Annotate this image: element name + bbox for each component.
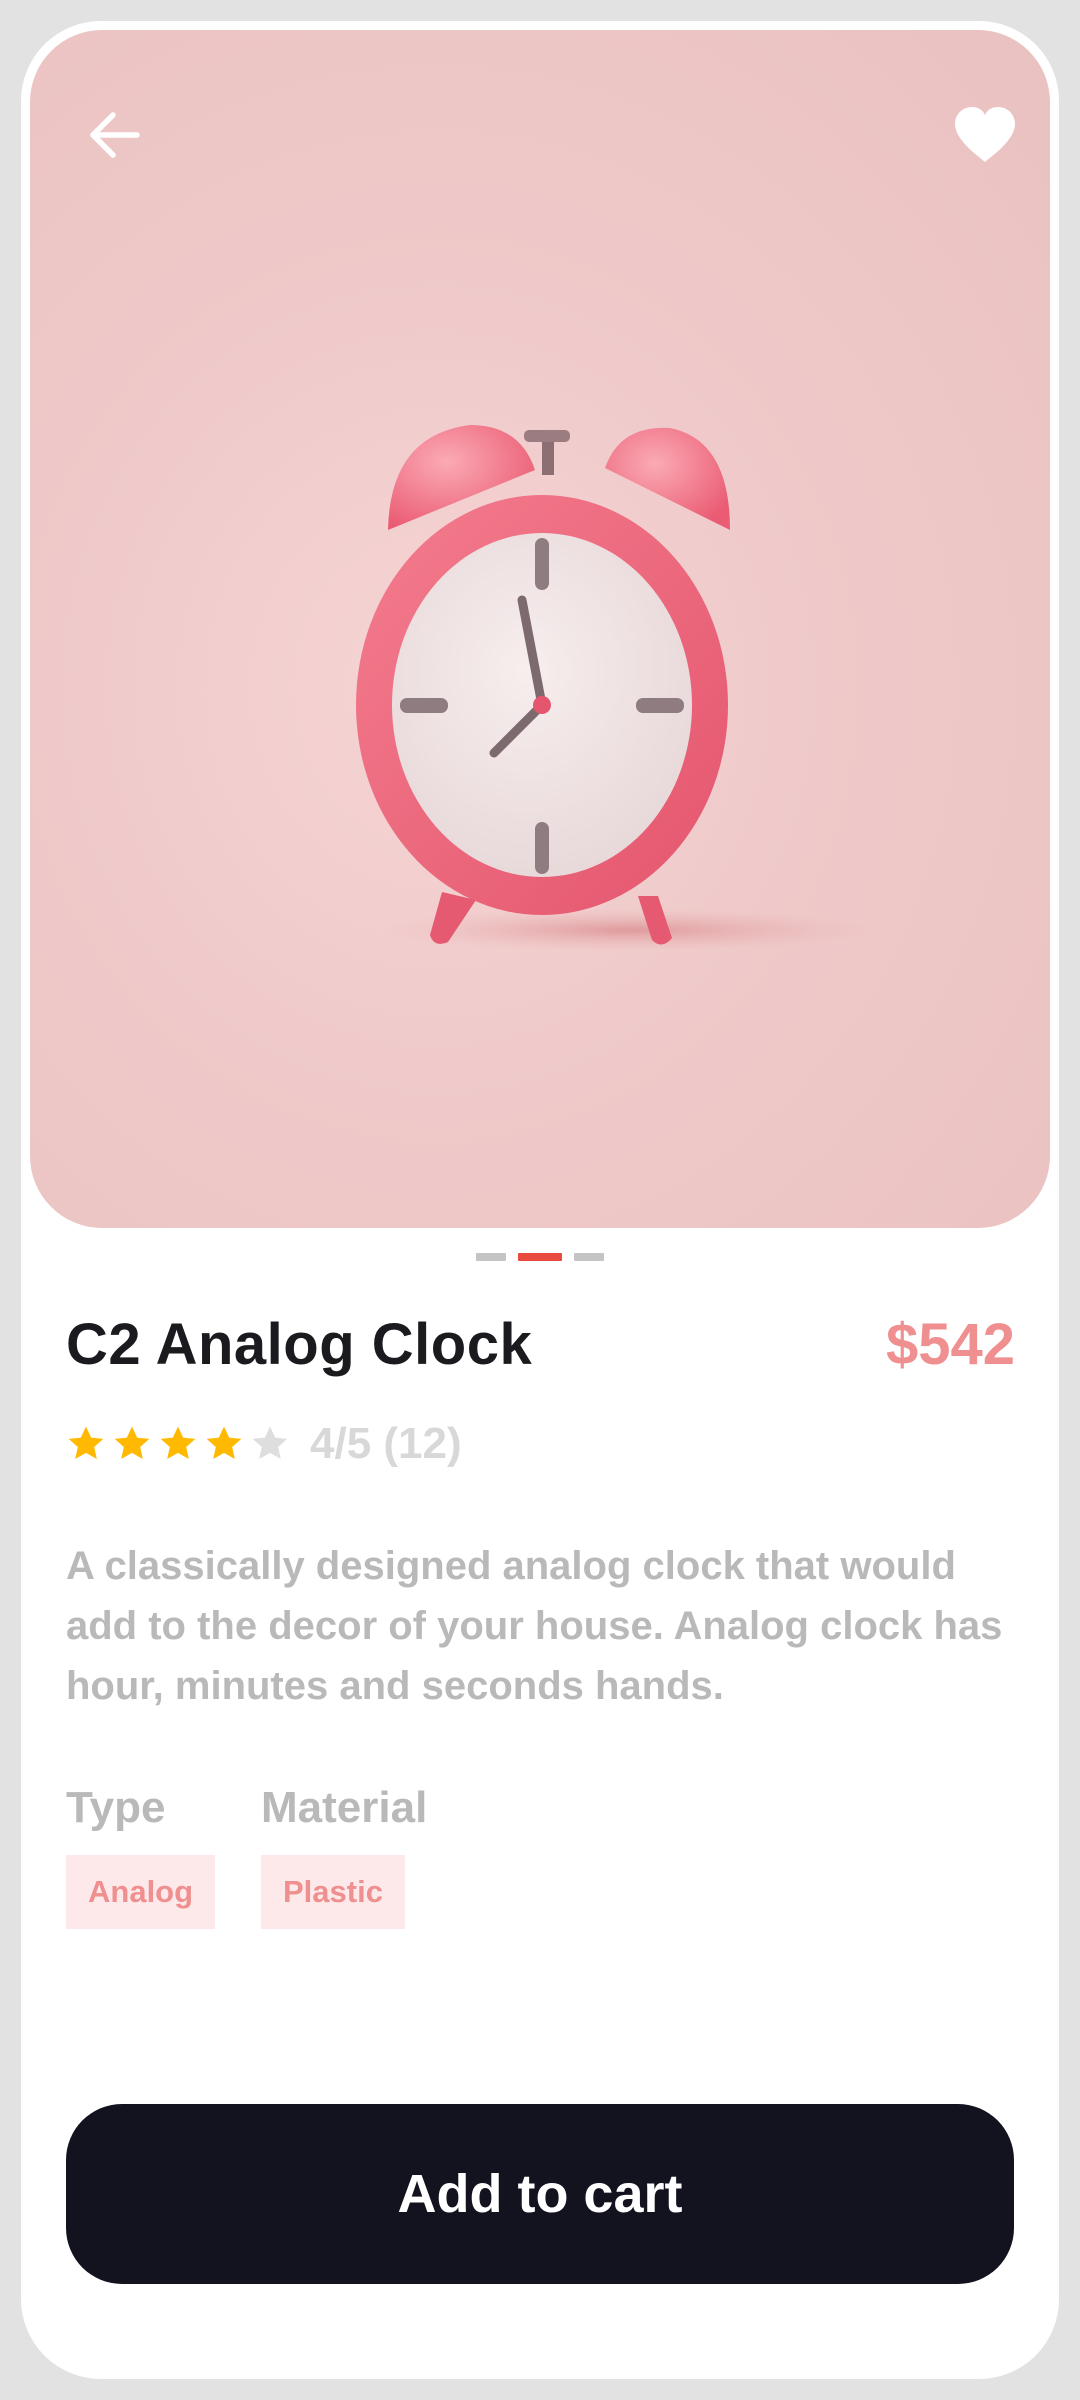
heart-icon (955, 107, 1015, 162)
attribute-label: Type (66, 1783, 166, 1832)
product-image (356, 425, 880, 952)
star-empty-icon (252, 1426, 288, 1459)
attribute-chip[interactable]: Plastic (261, 1855, 405, 1929)
attribute-type: Type Analog (66, 1783, 216, 1929)
star-icon (114, 1426, 150, 1459)
add-to-cart-button[interactable]: Add to cart (66, 2104, 1014, 2284)
pagination-dot[interactable] (476, 1253, 506, 1261)
product-detail-screen: C2 Analog Clock $542 4/5 (12) A classica… (21, 21, 1059, 2379)
carousel-pagination (21, 1253, 1059, 1261)
back-button[interactable] (70, 90, 160, 180)
product-image-carousel[interactable] (30, 30, 1050, 1228)
pagination-dot-active[interactable] (518, 1253, 562, 1261)
attribute-label: Material (261, 1783, 428, 1832)
arrow-left-icon (90, 112, 140, 158)
product-title: C2 Analog Clock (66, 1312, 533, 1377)
product-rating: 4/5 (12) (66, 1419, 462, 1469)
attribute-material: Material Plastic (261, 1783, 427, 1929)
attribute-chip[interactable]: Analog (66, 1855, 216, 1929)
pagination-dot[interactable] (574, 1253, 604, 1261)
favorite-button[interactable] (940, 90, 1030, 180)
star-icon (68, 1426, 104, 1459)
rating-text: 4/5 (12) (310, 1419, 462, 1468)
product-description: A classically designed analog clock that… (66, 1544, 1003, 1708)
star-icon (206, 1426, 242, 1459)
product-price: $542 (885, 1312, 1015, 1377)
star-icon (160, 1426, 196, 1459)
